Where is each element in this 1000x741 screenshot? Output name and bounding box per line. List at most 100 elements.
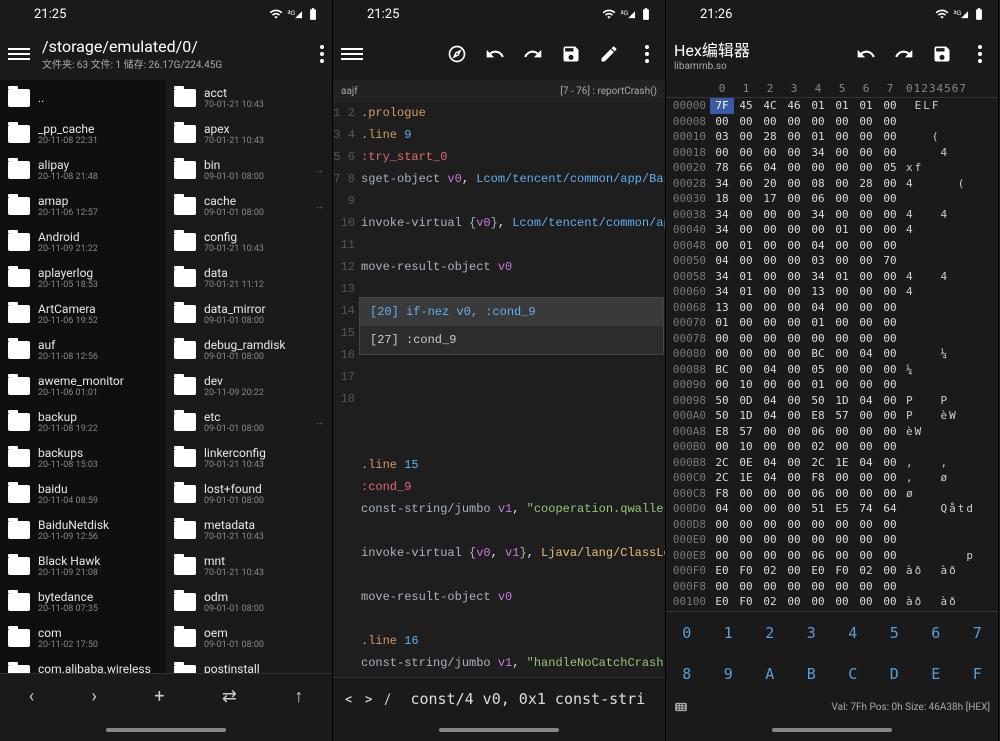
tab-bar[interactable]: aajf [7 - 76] : reportCrash() <box>333 80 665 102</box>
redo-icon[interactable] <box>523 44 543 64</box>
hex-row[interactable]: 0008000000000BC000400 ¼ <box>666 346 998 362</box>
hex-row[interactable]: 000480001000004000000 <box>666 238 998 254</box>
file-item[interactable]: config70-01-21 10:43 <box>166 224 332 260</box>
file-item[interactable]: ArtCamera20-11-06 19:52 <box>0 296 166 332</box>
file-item[interactable]: apex70-01-21 10:43 <box>166 116 332 152</box>
keypad-key[interactable]: B <box>791 654 833 696</box>
save-icon[interactable] <box>932 44 952 64</box>
hex-row[interactable]: 0002834002000080028004 ( <box>666 176 998 192</box>
file-item[interactable]: auf20-11-08 12:56 <box>0 332 166 368</box>
hex-row[interactable]: 000700100000001000000 <box>666 315 998 331</box>
hex-row[interactable]: 000A0501D0400E8570000P èW <box>666 408 998 424</box>
code-area[interactable]: 1 2 3 4 5 6 7 8 9 10 11 12 13 14 15 16 1… <box>333 102 665 677</box>
redo-icon[interactable] <box>894 44 914 64</box>
keypad-key[interactable]: D <box>874 654 916 696</box>
title-area[interactable]: /storage/emulated/0/ 文件夹: 63 文件: 1 储存: 2… <box>42 37 308 71</box>
up-button[interactable]: ↑ <box>294 686 303 707</box>
hex-row[interactable]: 000301800170006000000 <box>666 191 998 207</box>
forward-button[interactable]: › <box>91 686 96 707</box>
menu-icon[interactable] <box>341 43 363 65</box>
hex-row[interactable]: 000C02C1E0400F8000000, ø <box>666 470 998 486</box>
hex-row[interactable]: 00088BC00040005000000¼ <box>666 362 998 378</box>
keypad-key[interactable]: C <box>832 654 874 696</box>
file-item[interactable]: baidu20-11-04 08:59 <box>0 476 166 512</box>
hex-row[interactable]: 000080000000000000000 <box>666 114 998 130</box>
file-item[interactable]: odm09-01-01 08:00 <box>166 584 332 620</box>
file-item[interactable]: lost+found09-01-01 08:00 <box>166 476 332 512</box>
hex-row[interactable]: 000E00000000000000000 <box>666 532 998 548</box>
overflow-menu-icon[interactable] <box>637 44 657 64</box>
keypad-key[interactable]: 4 <box>832 612 874 654</box>
hex-row[interactable]: 00100E0F0020000000000àð àð <box>666 594 998 610</box>
hex-row[interactable]: 000681300000004000000 <box>666 300 998 316</box>
suggestion-item[interactable]: [27] :cond_9 <box>360 326 663 354</box>
hex-row[interactable]: 000F80000000000000000 <box>666 579 998 595</box>
keypad-key[interactable]: 0 <box>666 612 708 654</box>
undo-icon[interactable] <box>856 44 876 64</box>
autocomplete-popup[interactable]: [20] if-nez v0, :cond_9 [27] :cond_9 <box>359 297 664 355</box>
hex-row[interactable]: 0005834010000340100004 4 <box>666 269 998 285</box>
search-query[interactable]: const/4 v0, 0x1 const-stri <box>403 690 653 708</box>
file-item[interactable]: backups20-11-08 15:03 <box>0 440 166 476</box>
hex-row[interactable]: 000D00400000051E57464 Qåtd <box>666 501 998 517</box>
keypad-key[interactable]: 2 <box>749 612 791 654</box>
android-nav-bar[interactable] <box>333 719 665 741</box>
file-item[interactable]: mnt70-01-21 10:43 <box>166 548 332 584</box>
keypad-key[interactable]: 8 <box>666 654 708 696</box>
file-item[interactable]: oem09-01-01 08:00 <box>166 620 332 656</box>
hex-row[interactable]: 0004034000000000100004 <box>666 222 998 238</box>
file-item[interactable]: data_mirror09-01-01 08:00 <box>166 296 332 332</box>
hex-row[interactable]: 0003834000000340000004 4 <box>666 207 998 223</box>
keypad-key[interactable]: 9 <box>708 654 750 696</box>
keypad-key[interactable]: 1 <box>708 612 750 654</box>
keypad-key[interactable]: 3 <box>791 612 833 654</box>
hex-row[interactable]: 000F0E0F00200E0F00200àð àð <box>666 563 998 579</box>
keyboard-icon[interactable] <box>674 700 688 714</box>
search-prev-button[interactable]: < <box>345 690 353 708</box>
file-item[interactable]: bytedance20-11-08 07:35 <box>0 584 166 620</box>
hex-row[interactable]: 000780000000000000000 <box>666 331 998 347</box>
file-item[interactable]: dev20-11-09 20:22 <box>166 368 332 404</box>
suggestion-item[interactable]: [20] if-nez v0, :cond_9 <box>360 298 663 326</box>
file-item[interactable]: com20-11-02 17:50 <box>0 620 166 656</box>
undo-icon[interactable] <box>485 44 505 64</box>
edit-icon[interactable] <box>599 44 619 64</box>
file-item[interactable]: debug_ramdisk09-01-01 08:00 <box>166 332 332 368</box>
file-item[interactable]: aweme_monitor20-11-06 01:01 <box>0 368 166 404</box>
hex-row[interactable]: 000500400000003000070 <box>666 253 998 269</box>
file-item[interactable]: alipay20-11-08 21:48 <box>0 152 166 188</box>
left-file-column[interactable]: .. _pp_cache20-11-08 22:31 alipay20-11-0… <box>0 80 166 673</box>
hex-row[interactable]: 000B00010000002000000 <box>666 439 998 455</box>
file-item[interactable]: postinstall09-01-01 08:00 <box>166 656 332 673</box>
file-item[interactable]: etc09-01-01 08:00 → <box>166 404 332 440</box>
hex-body[interactable]: 000007F454C4601010100 ELF000080000000000… <box>666 98 998 611</box>
hex-row[interactable]: 000A8E857000006000000èW <box>666 424 998 440</box>
file-item[interactable]: acct70-01-21 10:43 <box>166 80 332 116</box>
file-item[interactable]: aplayerlog20-11-05 18:53 <box>0 260 166 296</box>
save-icon[interactable] <box>561 44 581 64</box>
hex-row[interactable]: 00098500D0400501D0400P P <box>666 393 998 409</box>
file-item[interactable]: metadata70-01-21 10:43 <box>166 512 332 548</box>
hex-row[interactable]: 000900010000001000000 <box>666 377 998 393</box>
overflow-menu-icon[interactable] <box>320 45 324 63</box>
right-file-column[interactable]: acct70-01-21 10:43 apex70-01-21 10:43 bi… <box>166 80 332 673</box>
file-item[interactable]: Black Hawk20-11-09 21:08 <box>0 548 166 584</box>
back-button[interactable]: ‹ <box>29 686 34 707</box>
hex-row[interactable]: 0006034010000130000004 <box>666 284 998 300</box>
add-button[interactable]: + <box>154 686 164 707</box>
file-item[interactable]: backup20-11-08 19:22 <box>0 404 166 440</box>
menu-icon[interactable] <box>8 43 30 65</box>
android-nav-bar[interactable] <box>0 719 332 741</box>
file-item[interactable]: .. <box>0 80 166 116</box>
keypad-key[interactable]: A <box>749 654 791 696</box>
transfer-button[interactable]: ⇄ <box>222 686 237 707</box>
hex-row[interactable]: 000B82C0E04002C1E0400, , <box>666 455 998 471</box>
file-item[interactable]: _pp_cache20-11-08 22:31 <box>0 116 166 152</box>
search-next-button[interactable]: > <box>365 690 373 708</box>
hex-row[interactable]: 000D80000000000000000 <box>666 517 998 533</box>
file-item[interactable]: Android20-11-09 21:22 <box>0 224 166 260</box>
file-item[interactable]: com.alibaba.wireless20-11-04 17:29 <box>0 656 166 673</box>
hex-row[interactable]: 000C8F800000006000000ø <box>666 486 998 502</box>
keypad-key[interactable]: 6 <box>915 612 957 654</box>
file-item[interactable]: amap20-11-06 12:57 <box>0 188 166 224</box>
